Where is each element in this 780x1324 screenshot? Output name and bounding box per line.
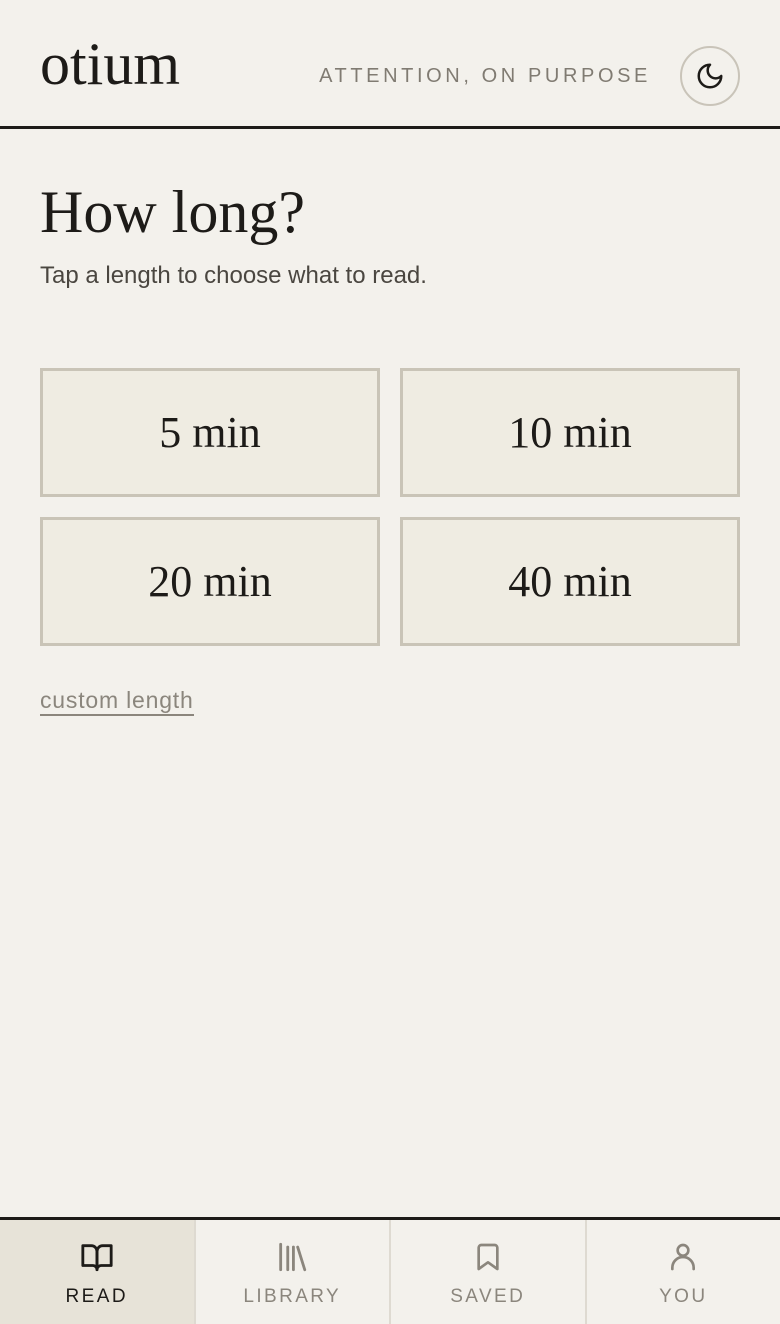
nav-label-you: YOU	[659, 1286, 708, 1307]
moon-icon	[695, 61, 725, 91]
tagline: ATTENTION, ON PURPOSE	[319, 65, 651, 87]
nav-label-library: LIBRARY	[243, 1286, 342, 1307]
bookmark-icon	[472, 1238, 504, 1276]
option-20-min-button[interactable]: 20 min	[40, 517, 380, 646]
page-title: How long?	[40, 179, 305, 245]
nav-item-library[interactable]: LIBRARY	[193, 1220, 390, 1324]
nav-item-saved[interactable]: SAVED	[389, 1220, 585, 1324]
page-subtitle: Tap a length to choose what to read.	[40, 262, 427, 289]
option-40-min-button[interactable]: 40 min	[400, 517, 740, 646]
theme-toggle-button[interactable]	[680, 46, 740, 106]
custom-length-link[interactable]: custom length	[40, 686, 194, 716]
app-logo[interactable]: otium	[40, 24, 180, 104]
book-open-icon	[78, 1238, 116, 1276]
length-options: 5 min 10 min 20 min 40 min	[40, 368, 740, 646]
library-icon	[275, 1238, 309, 1276]
nav-label-saved: SAVED	[450, 1286, 526, 1307]
nav-item-you[interactable]: YOU	[584, 1220, 780, 1324]
app-header: otium ATTENTION, ON PURPOSE	[0, 0, 780, 129]
option-10-min-button[interactable]: 10 min	[400, 368, 740, 497]
user-icon	[667, 1238, 699, 1276]
bottom-nav: READ LIBRARY SAVED YOU	[0, 1217, 780, 1324]
nav-label-read: READ	[65, 1286, 128, 1307]
nav-item-read[interactable]: READ	[0, 1220, 194, 1324]
option-5-min-button[interactable]: 5 min	[40, 368, 380, 497]
